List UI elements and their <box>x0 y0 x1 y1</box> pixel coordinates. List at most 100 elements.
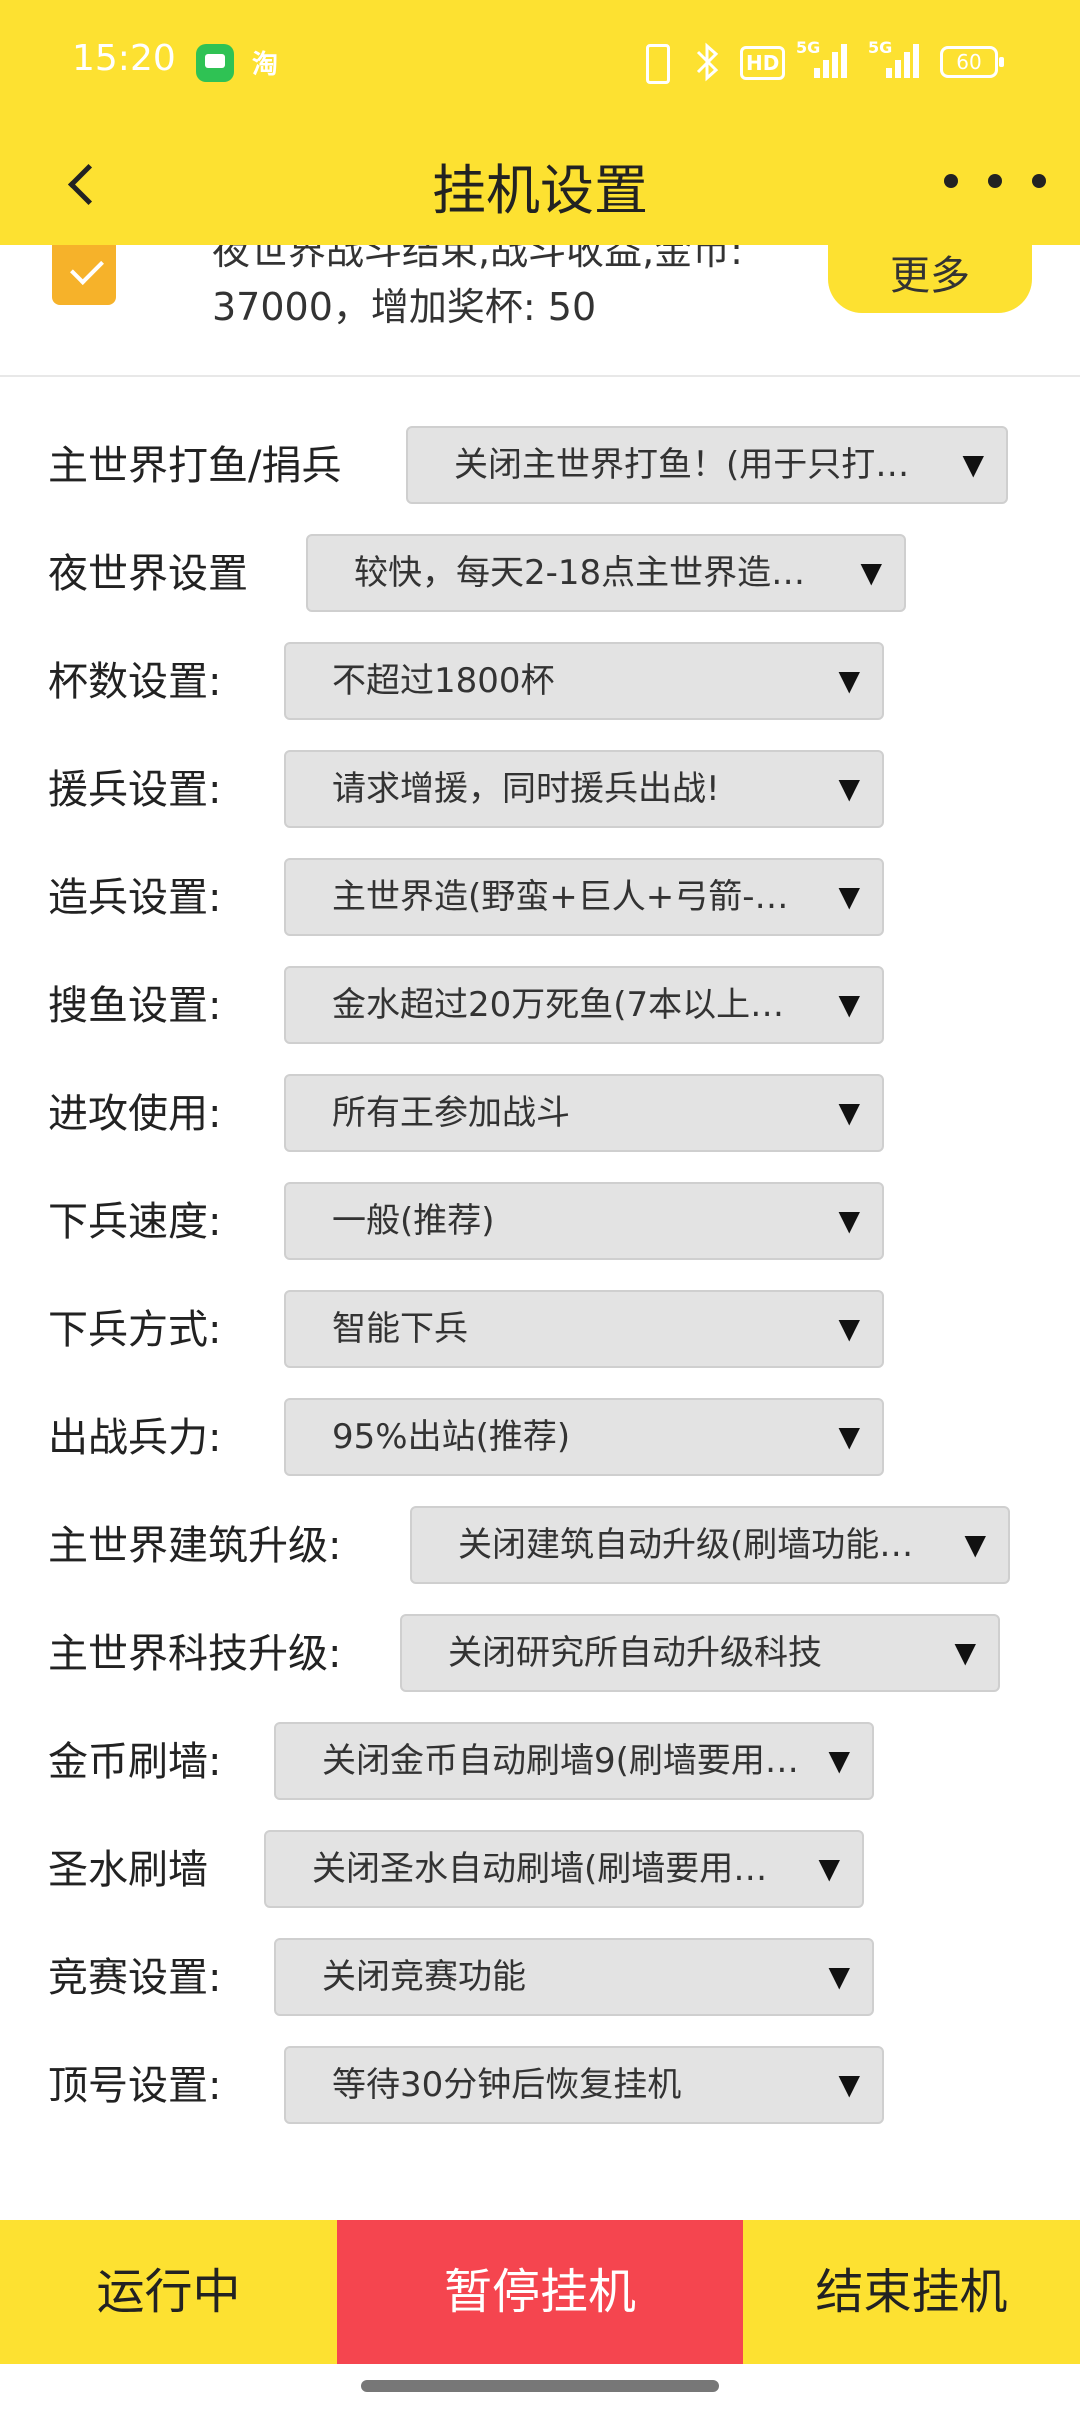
setting-label: 下兵速度: <box>48 1199 222 1245</box>
setting-dropdown[interactable]: 一般(推荐) ▼ <box>284 1182 884 1260</box>
setting-row: 造兵设置: 主世界造(野蛮+巨人+弓箭-适合低本) ▼ <box>0 858 1080 938</box>
dropdown-value: 较快，每天2-18点主世界造兵打鱼 <box>354 553 832 593</box>
home-indicator[interactable] <box>361 2380 719 2392</box>
signal-icon: 5G <box>796 40 848 80</box>
bluetooth-icon <box>694 42 722 93</box>
dropdown-arrow-icon: ▼ <box>838 1204 860 1237</box>
status-bar: 15:20 淘 HD 5G 5G 60 <box>0 0 1080 124</box>
setting-row: 夜世界设置 较快，每天2-18点主世界造兵打鱼 ▼ <box>0 534 1080 614</box>
setting-row: 进攻使用: 所有王参加战斗 ▼ <box>0 1074 1080 1154</box>
setting-row: 竞赛设置: 关闭竞赛功能 ▼ <box>0 1938 1080 2018</box>
dropdown-value: 金水超过20万死鱼(7本以上速度快) <box>332 985 810 1025</box>
setting-dropdown[interactable]: 请求增援，同时援兵出战! ▼ <box>284 750 884 828</box>
setting-dropdown[interactable]: 关闭研究所自动升级科技 ▼ <box>400 1614 1000 1692</box>
setting-label: 援兵设置: <box>48 767 222 813</box>
page-title: 挂机设置 <box>432 159 648 222</box>
setting-dropdown[interactable]: 关闭圣水自动刷墙(刷墙要用的圣水数) ▼ <box>264 1830 864 1908</box>
setting-label: 造兵设置: <box>48 875 222 921</box>
dropdown-arrow-icon: ▼ <box>838 1096 860 1129</box>
dropdown-value: 一般(推荐) <box>332 1201 495 1241</box>
dropdown-arrow-icon: ▼ <box>838 2068 860 2101</box>
setting-dropdown[interactable]: 主世界造(野蛮+巨人+弓箭-适合低本) ▼ <box>284 858 884 936</box>
setting-label: 进攻使用: <box>48 1091 222 1137</box>
setting-dropdown[interactable]: 金水超过20万死鱼(7本以上速度快) ▼ <box>284 966 884 1044</box>
setting-row: 主世界科技升级: 关闭研究所自动升级科技 ▼ <box>0 1614 1080 1694</box>
dropdown-value: 请求增援，同时援兵出战! <box>332 769 720 809</box>
running-status-button[interactable]: 运行中 <box>0 2220 337 2364</box>
setting-dropdown[interactable]: 所有王参加战斗 ▼ <box>284 1074 884 1152</box>
battery-icon: 60 <box>940 46 1004 78</box>
setting-row: 金币刷墙: 关闭金币自动刷墙9(刷墙要用的金币数) ▼ <box>0 1722 1080 1802</box>
more-horizontal-icon <box>944 174 958 188</box>
setting-label: 杯数设置: <box>48 659 222 705</box>
hd-voice-icon: HD <box>740 46 786 80</box>
bottom-action-bar: 运行中 暂停挂机 结束挂机 <box>0 2220 1080 2364</box>
dropdown-value: 关闭竞赛功能 <box>322 1957 526 1997</box>
setting-dropdown[interactable]: 关闭竞赛功能 ▼ <box>274 1938 874 2016</box>
dropdown-arrow-icon: ▼ <box>838 880 860 913</box>
notification-card: 夜世界战斗结束,战斗收益,金币: 37000，增加奖杯: 50 更多 <box>0 229 1080 377</box>
dropdown-arrow-icon: ▼ <box>828 1960 850 1993</box>
setting-label: 夜世界设置 <box>48 551 248 597</box>
dropdown-arrow-icon: ▼ <box>838 1420 860 1453</box>
setting-label: 主世界打鱼/捐兵 <box>48 443 342 489</box>
setting-dropdown[interactable]: 95%出站(推荐) ▼ <box>284 1398 884 1476</box>
dropdown-arrow-icon: ▼ <box>964 1528 986 1561</box>
setting-label: 出战兵力: <box>48 1415 222 1461</box>
setting-row: 援兵设置: 请求增援，同时援兵出战! ▼ <box>0 750 1080 830</box>
dropdown-arrow-icon: ▼ <box>954 1636 976 1669</box>
setting-dropdown[interactable]: 等待30分钟后恢复挂机 ▼ <box>284 2046 884 2124</box>
dropdown-value: 等待30分钟后恢复挂机 <box>332 2065 682 2105</box>
checkbox-icon[interactable] <box>52 245 116 305</box>
setting-row: 杯数设置: 不超过1800杯 ▼ <box>0 642 1080 722</box>
dropdown-arrow-icon: ▼ <box>838 1312 860 1345</box>
setting-dropdown[interactable]: 关闭主世界打鱼！(用于只打夜世界) ▼ <box>406 426 1008 504</box>
dropdown-value: 主世界造(野蛮+巨人+弓箭-适合低本) <box>332 877 810 917</box>
dropdown-value: 所有王参加战斗 <box>332 1093 570 1133</box>
setting-label: 主世界建筑升级: <box>48 1523 342 1569</box>
dropdown-arrow-icon: ▼ <box>860 556 882 589</box>
setting-row: 主世界建筑升级: 关闭建筑自动升级(刷墙功能不受影响) ▼ <box>0 1506 1080 1586</box>
network-type-label: 5G <box>796 38 821 57</box>
setting-label: 搜鱼设置: <box>48 983 222 1029</box>
setting-row: 圣水刷墙 关闭圣水自动刷墙(刷墙要用的圣水数) ▼ <box>0 1830 1080 1910</box>
pause-button[interactable]: 暂停挂机 <box>337 2220 743 2364</box>
setting-dropdown[interactable]: 关闭建筑自动升级(刷墙功能不受影响) ▼ <box>410 1506 1010 1584</box>
setting-dropdown[interactable]: 不超过1800杯 ▼ <box>284 642 884 720</box>
dropdown-value: 关闭圣水自动刷墙(刷墙要用的圣水数) <box>312 1849 790 1889</box>
setting-row: 下兵速度: 一般(推荐) ▼ <box>0 1182 1080 1262</box>
network-type-label: 5G <box>868 38 893 57</box>
setting-row: 顶号设置: 等待30分钟后恢复挂机 ▼ <box>0 2046 1080 2126</box>
setting-row: 搜鱼设置: 金水超过20万死鱼(7本以上速度快) ▼ <box>0 966 1080 1046</box>
vibrate-icon <box>640 42 670 84</box>
dropdown-value: 关闭建筑自动升级(刷墙功能不受影响) <box>458 1525 936 1565</box>
setting-label: 圣水刷墙 <box>48 1847 208 1893</box>
stop-button[interactable]: 结束挂机 <box>743 2220 1080 2364</box>
title-bar: 挂机设置 <box>0 124 1080 245</box>
taobao-app-icon: 淘 <box>252 50 279 80</box>
setting-label: 竞赛设置: <box>48 1955 222 2001</box>
setting-row: 主世界打鱼/捐兵 关闭主世界打鱼！(用于只打夜世界) ▼ <box>0 426 1080 506</box>
dropdown-value: 关闭研究所自动升级科技 <box>448 1633 822 1673</box>
more-button[interactable]: 更多 <box>828 245 1032 313</box>
dropdown-arrow-icon: ▼ <box>838 664 860 697</box>
setting-dropdown[interactable]: 智能下兵 ▼ <box>284 1290 884 1368</box>
setting-dropdown[interactable]: 关闭金币自动刷墙9(刷墙要用的金币数) ▼ <box>274 1722 874 1800</box>
status-time: 15:20 <box>72 38 176 79</box>
dropdown-arrow-icon: ▼ <box>838 772 860 805</box>
setting-dropdown[interactable]: 较快，每天2-18点主世界造兵打鱼 ▼ <box>306 534 906 612</box>
dropdown-arrow-icon: ▼ <box>818 1852 840 1885</box>
more-options-button[interactable] <box>930 160 1060 210</box>
setting-label: 顶号设置: <box>48 2063 222 2109</box>
signal-icon: 5G <box>868 40 920 80</box>
setting-label: 金币刷墙: <box>48 1739 222 1785</box>
dropdown-arrow-icon: ▼ <box>828 1744 850 1777</box>
app-header: 15:20 淘 HD 5G 5G 60 挂机设置 <box>0 0 1080 245</box>
setting-label: 主世界科技升级: <box>48 1631 342 1677</box>
dropdown-value: 关闭金币自动刷墙9(刷墙要用的金币数) <box>322 1741 800 1781</box>
setting-row: 下兵方式: 智能下兵 ▼ <box>0 1290 1080 1370</box>
setting-label: 下兵方式: <box>48 1307 222 1353</box>
message-app-icon <box>196 44 234 82</box>
dropdown-arrow-icon: ▼ <box>838 988 860 1021</box>
dropdown-value: 95%出站(推荐) <box>332 1417 571 1457</box>
